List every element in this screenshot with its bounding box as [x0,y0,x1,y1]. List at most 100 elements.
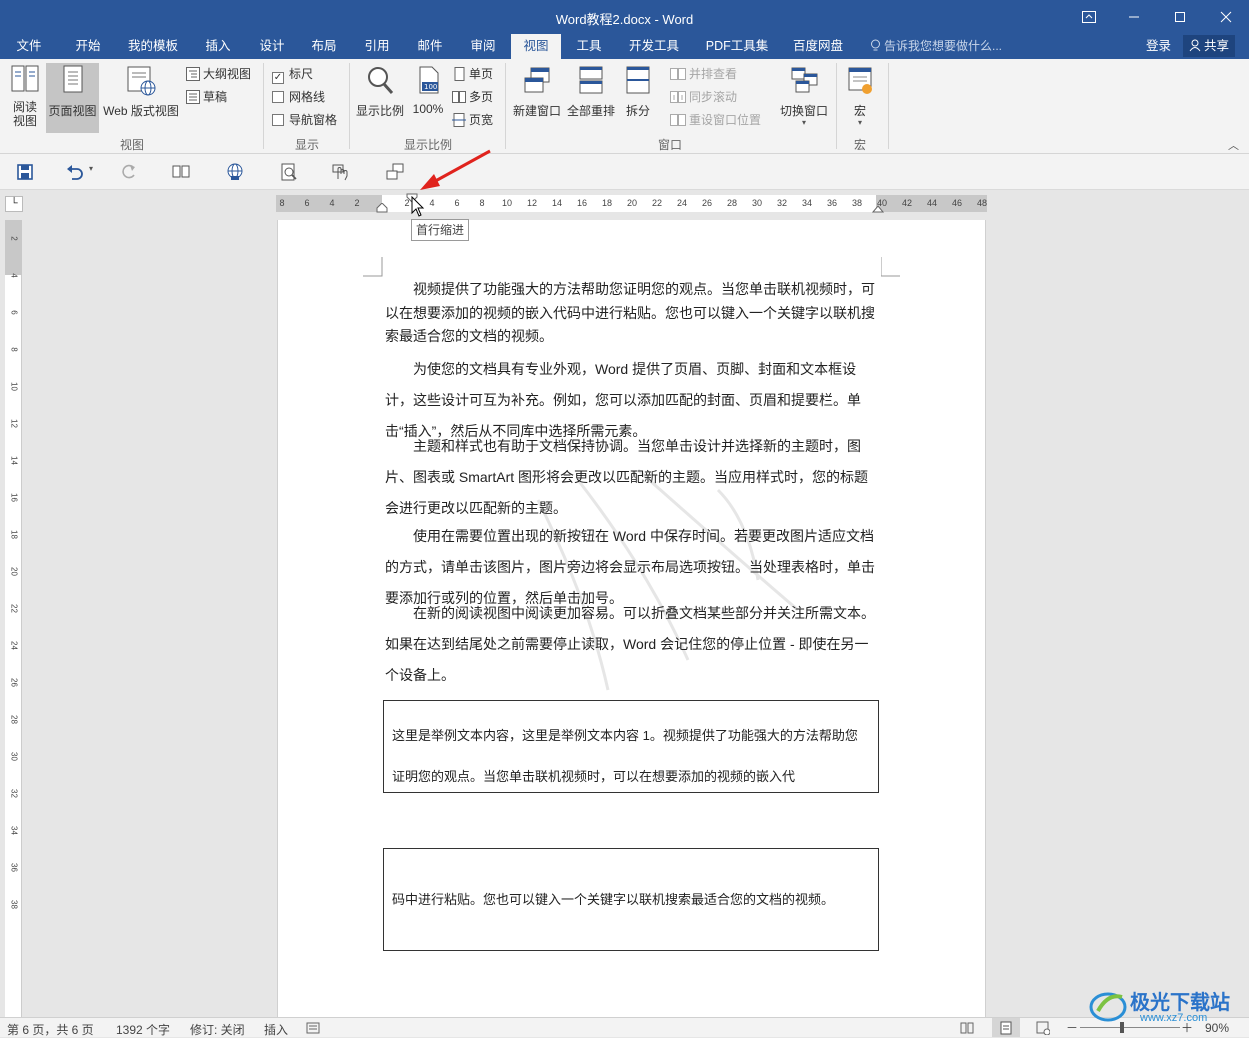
collapse-ribbon-icon[interactable]: ︿ [1228,137,1239,153]
site-logo-icon [1089,992,1127,1022]
web-layout-button[interactable]: Web 版式视图 [100,63,182,133]
tell-me-box[interactable]: 告诉我您想要做什么... [870,34,1002,58]
share-button[interactable]: 共享 [1183,35,1236,57]
ruler-number: 38 [851,198,862,208]
tab-home[interactable]: 开始 [64,34,112,59]
multi-page-button[interactable]: 多页 [452,87,493,107]
text-box-2[interactable]: 码中进行粘贴。您也可以键入一个关键字以联机搜索最适合您的文档的视频。 [383,848,879,951]
quick-access-toolbar: ▾ [0,154,1249,190]
vertical-ruler-number: 30 [9,752,19,761]
tab-view[interactable]: 视图 [511,34,561,59]
arrange-all-button[interactable]: 全部重排 [565,63,617,133]
horizontal-ruler[interactable]: 8 6 4 2 2 4 6 8 10 12 14 16 18 20 22 24 26 28 30 32 34 36 38 40… [276,193,987,213]
book-view-icon[interactable] [170,162,192,182]
zoom-100-button[interactable]: 100 100% [408,63,448,133]
crop-mark [881,257,900,277]
tab-stop-selector[interactable]: └ [5,196,23,212]
undo-dropdown-icon[interactable]: ▾ [89,164,93,173]
vertical-ruler-number: 22 [9,604,19,613]
print-layout-icon [63,65,82,93]
tab-tools[interactable]: 工具 [566,34,612,59]
side-by-side-button[interactable]: 并排查看 [670,64,737,84]
left-indent-marker-icon[interactable] [376,203,388,213]
ruler-number: 46 [951,198,962,208]
tab-file[interactable]: 文件 [8,34,50,59]
ruler-number: 18 [601,198,612,208]
text-box-1[interactable]: 这里是举例文本内容，这里是举例文本内容 1。视频提供了功能强大的方法帮助您证明您… [383,700,879,793]
ribbon-display-options-button[interactable] [1066,0,1112,34]
tab-developer[interactable]: 开发工具 [620,34,688,59]
switch-windows-button[interactable]: 切换窗口 ▾ [776,63,832,133]
new-window-button[interactable]: 新建窗口 [510,63,564,133]
ruler-number: 22 [651,198,662,208]
vertical-ruler[interactable]: 2 4 6 8 10 12 14 16 18 20 22 24 26 28 30 32 34 36 38 [5,220,22,1017]
word-count[interactable]: 1392 个字 [116,1021,170,1038]
person-icon [1189,39,1201,52]
read-mode-status-icon[interactable] [960,1021,974,1035]
draft-view-button[interactable]: 草稿 [186,87,227,107]
touch-mode-icon[interactable] [330,162,352,182]
new-window-icon [524,67,550,93]
close-button[interactable] [1203,0,1249,34]
print-layout-button[interactable]: 页面视图 [46,63,99,133]
reset-window-position-button[interactable]: 重设窗口位置 [670,110,761,130]
macro-group-label: 宏 [853,138,866,152]
outline-icon [186,67,200,81]
ruler-number: 12 [526,198,537,208]
tab-review[interactable]: 审阅 [459,34,507,59]
tab-mailings[interactable]: 邮件 [406,34,454,59]
read-mode-button[interactable]: 阅读 视图 [5,63,45,133]
web-globe-icon[interactable] [224,162,246,182]
outline-view-button[interactable]: 大纲视图 [186,64,251,84]
redo-icon[interactable] [118,162,140,182]
tab-layout[interactable]: 布局 [300,34,348,59]
customize-qat-icon[interactable] [384,162,406,182]
vertical-ruler-margin [5,220,22,275]
one-page-button[interactable]: 单页 [452,64,493,84]
ruler-number: 40 [876,198,887,208]
vertical-ruler-number: 4 [9,273,19,278]
tab-insert[interactable]: 插入 [194,34,242,59]
ruler-number: 48 [976,198,987,208]
track-changes-status[interactable]: 修订: 关闭 [190,1021,245,1038]
macro-record-icon[interactable] [306,1021,320,1035]
print-layout-status-button[interactable] [992,1018,1020,1037]
tab-pdf-tools[interactable]: PDF工具集 [697,34,777,59]
maximize-button[interactable] [1157,0,1203,34]
reset-position-label: 重设窗口位置 [689,113,762,127]
sync-scroll-button[interactable]: 同步滚动 [670,87,737,107]
gridlines-label: 网格线 [289,90,326,104]
gridlines-checkbox[interactable]: 网格线 [272,87,325,107]
login-link[interactable]: 登录 [1146,34,1171,58]
nav-pane-checkbox[interactable]: 导航窗格 [272,110,337,130]
macro-icon [848,67,872,94]
ruler-label: 标尺 [289,67,314,81]
group-separator [263,63,264,149]
mouse-cursor-icon [411,196,425,217]
web-layout-status-icon[interactable] [1036,1021,1050,1035]
multi-page-label: 多页 [469,90,494,104]
read-mode-label: 阅读 视图 [12,100,37,128]
tab-baidu-netdisk[interactable]: 百度网盘 [784,34,852,59]
print-preview-icon[interactable] [278,162,300,182]
undo-icon[interactable] [64,162,86,182]
ruler-checkbox[interactable]: ✓ 标尺 [272,64,313,84]
page-width-label: 页宽 [469,113,494,127]
macros-button[interactable]: 宏 ▾ [841,63,879,133]
text-box-1-content: 这里是举例文本内容，这里是举例文本内容 1。视频提供了功能强大的方法帮助您证明您… [392,728,858,784]
save-icon[interactable] [14,162,36,182]
tab-my-templates[interactable]: 我的模板 [120,34,186,59]
arrange-all-icon [579,66,603,94]
tab-design[interactable]: 设计 [248,34,296,59]
split-button[interactable]: 拆分 [618,63,658,133]
insert-mode[interactable]: 插入 [264,1021,288,1038]
page-width-button[interactable]: 页宽 [452,110,493,130]
document-page[interactable]: 视频提供了功能强大的方法帮助您证明您的观点。当您单击联机视频时，可以在想要添加的… [277,220,986,1017]
page-count[interactable]: 第 6 页，共 6 页 [7,1021,94,1038]
minimize-button[interactable] [1111,0,1157,34]
tab-references[interactable]: 引用 [353,34,401,59]
zoom-out-button[interactable]: － [1066,1019,1078,1036]
split-label: 拆分 [625,104,650,118]
window-group-label: 窗口 [657,138,682,152]
zoom-button[interactable]: 显示比例 [354,63,406,133]
